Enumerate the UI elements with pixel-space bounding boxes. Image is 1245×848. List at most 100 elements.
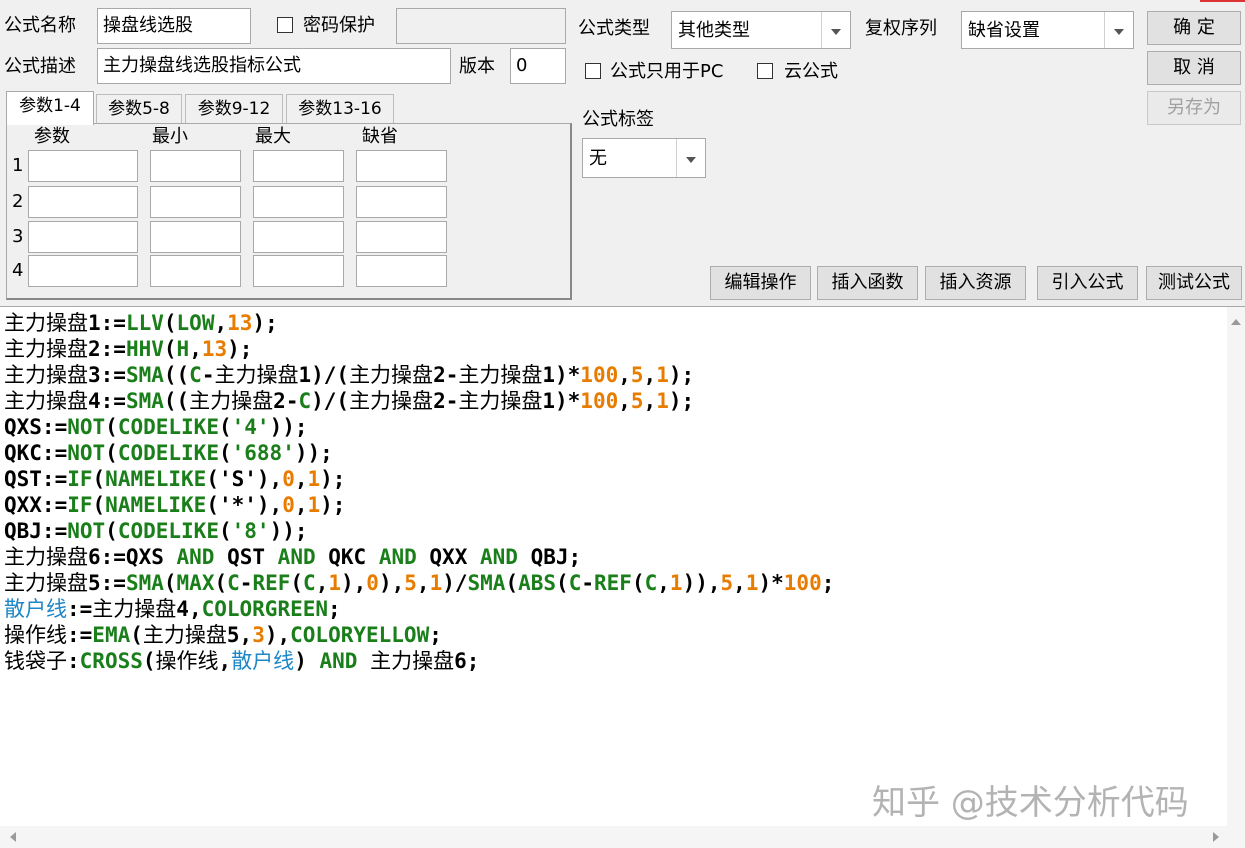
code-token: ,	[618, 363, 631, 387]
code-token: AND	[378, 545, 417, 569]
password-input[interactable]	[396, 8, 566, 44]
code-token: 5	[630, 389, 644, 413]
param-4-default-input[interactable]	[356, 255, 447, 287]
password-checkbox[interactable]	[277, 17, 293, 33]
param-1-max-input[interactable]	[253, 150, 344, 182]
window-accent-line	[1200, 0, 1245, 2]
chevron-down-icon[interactable]	[1104, 12, 1133, 48]
chevron-down-icon[interactable]	[676, 139, 705, 177]
param-3-max-input[interactable]	[253, 221, 344, 253]
param-3-name-input[interactable]	[28, 221, 138, 253]
cancel-button[interactable]: 取 消	[1147, 51, 1241, 85]
param-2-max-input[interactable]	[253, 186, 344, 218]
code-token: COLORGREEN	[201, 597, 329, 621]
code-token: (	[163, 311, 177, 335]
tab-params-5-8[interactable]: 参数5-8	[96, 94, 182, 124]
code-token: 主力操盘	[214, 363, 299, 387]
code-token: (	[105, 441, 118, 465]
param-1-name-input[interactable]	[28, 150, 138, 182]
formula-desc-input[interactable]: 主力操盘线选股指标公式	[97, 48, 451, 84]
rights-seq-select[interactable]: 缺省设置	[961, 11, 1134, 49]
code-token: ),	[341, 571, 367, 595]
scroll-up-icon[interactable]	[1231, 319, 1241, 325]
horizontal-scrollbar[interactable]	[0, 826, 1245, 848]
param-1-min-input[interactable]	[150, 150, 241, 182]
min-col-header: 最小	[152, 126, 188, 147]
code-token: ),	[378, 571, 405, 595]
code-token: (	[92, 467, 106, 491]
code-token: ,	[214, 311, 228, 335]
code-token: NAMELIKE	[105, 467, 207, 491]
code-token: 主力操盘	[370, 649, 455, 673]
code-token: IF	[67, 467, 93, 491]
formula-type-select[interactable]: 其他类型	[671, 11, 851, 49]
code-token: 4:=	[88, 389, 126, 413]
tab-params-1-4[interactable]: 参数1-4	[6, 91, 94, 125]
code-token: ('S'),	[206, 467, 283, 491]
code-token: 主力操盘	[349, 363, 434, 387]
scroll-right-icon[interactable]	[1213, 832, 1219, 842]
code-token: 6:=QXS	[88, 545, 177, 569]
param-4-max-input[interactable]	[253, 255, 344, 287]
code-token: ,	[315, 571, 329, 595]
code-token: );	[668, 363, 695, 387]
code-token: AND	[277, 545, 316, 569]
test-formula-button[interactable]: 测试公式	[1146, 266, 1242, 300]
param-2-default-input[interactable]	[356, 186, 447, 218]
cloud-checkbox[interactable]	[757, 63, 773, 79]
insert-function-button[interactable]: 插入函数	[817, 266, 918, 300]
tab-params-9-12[interactable]: 参数9-12	[185, 94, 283, 124]
tag-select[interactable]: 无	[582, 138, 706, 178]
param-3-min-input[interactable]	[150, 221, 241, 253]
code-token: (	[163, 337, 177, 361]
code-token: (	[218, 415, 232, 439]
pc-only-checkbox[interactable]	[585, 63, 601, 79]
param-1-default-input[interactable]	[356, 150, 447, 182]
param-2-name-input[interactable]	[28, 186, 138, 218]
code-line: QXS:=NOT(CODELIKE('4'));	[4, 414, 834, 440]
code-token: 主力操盘	[92, 597, 177, 621]
param-4-min-input[interactable]	[150, 255, 241, 287]
tab-params-13-16[interactable]: 参数13-16	[286, 94, 394, 124]
code-token: 4,	[176, 597, 202, 621]
code-token: );	[668, 389, 695, 413]
code-token: )*	[758, 571, 784, 595]
code-token: 5	[630, 363, 644, 387]
formula-type-label: 公式类型	[578, 18, 650, 39]
code-token: CODELIKE	[117, 441, 219, 465]
code-token: CODELIKE	[117, 519, 219, 543]
pc-only-label: 公式只用于PC	[610, 61, 724, 82]
code-token: 1:=	[88, 311, 126, 335]
formula-name-input[interactable]: 操盘线选股	[97, 8, 251, 44]
param-4-name-input[interactable]	[28, 255, 138, 287]
code-token: 2-	[433, 363, 459, 387]
code-token: QXX	[416, 545, 480, 569]
insert-resource-button[interactable]: 插入资源	[925, 266, 1026, 300]
code-token: 操作线	[4, 623, 67, 647]
code-token: (	[105, 519, 118, 543]
code-token: );	[227, 337, 253, 361]
code-token: 6;	[454, 649, 480, 673]
vertical-scrollbar[interactable]	[1227, 307, 1245, 827]
code-token: ABS	[518, 571, 557, 595]
scroll-left-icon[interactable]	[10, 832, 16, 842]
code-line: 操作线:=EMA(主力操盘5,3),COLORYELLOW;	[4, 622, 834, 648]
code-token: COLORYELLOW	[290, 623, 430, 647]
max-col-header: 最大	[255, 126, 291, 147]
version-input[interactable]: 0	[510, 48, 566, 84]
import-formula-button[interactable]: 引入公式	[1037, 266, 1138, 300]
chevron-down-icon[interactable]	[821, 12, 850, 48]
param-2-min-input[interactable]	[150, 186, 241, 218]
save-as-button[interactable]: 另存为	[1147, 91, 1241, 125]
code-token: 主力操盘	[4, 571, 88, 595]
code-token: 1)*	[542, 363, 581, 387]
code-line: 主力操盘1:=LLV(LOW,13);	[4, 310, 834, 336]
formula-code-editor[interactable]: 主力操盘1:=LLV(LOW,13); 主力操盘2:=HHV(H,13); 主力操盘…	[0, 306, 1245, 848]
code-token: 13	[201, 337, 228, 361]
param-3-default-input[interactable]	[356, 221, 447, 253]
ok-button[interactable]: 确 定	[1147, 11, 1241, 45]
code-text[interactable]: 主力操盘1:=LLV(LOW,13); 主力操盘2:=HHV(H,13); 主力操盘…	[4, 310, 834, 674]
edit-operations-button[interactable]: 编辑操作	[710, 266, 811, 300]
code-token: (	[505, 571, 519, 595]
code-token: SMA	[467, 571, 506, 595]
